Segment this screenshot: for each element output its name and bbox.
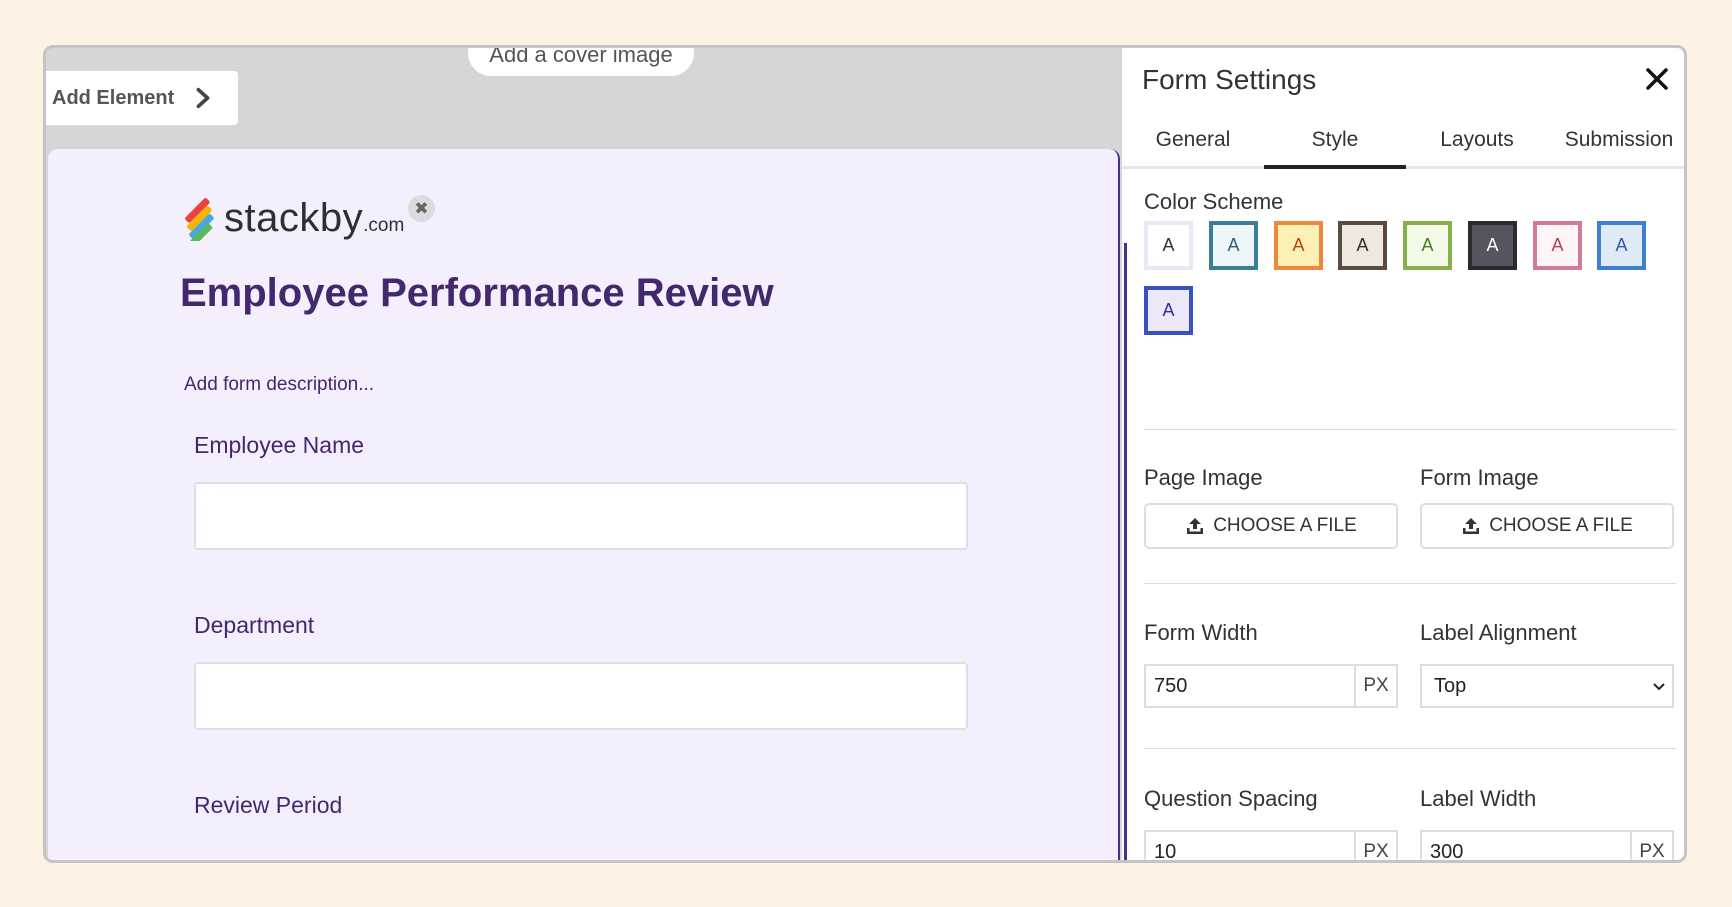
form-width-unit: PX [1356,664,1398,708]
color-swatch-8[interactable]: A [1597,221,1646,270]
form-width-input[interactable] [1144,664,1356,708]
panel-accent-border [1124,243,1127,860]
upload-icon [1187,518,1204,534]
tab-style[interactable]: Style [1264,113,1406,169]
employee-name-input[interactable] [194,482,968,550]
stackby-logo: stackby.com [180,195,404,241]
department-input[interactable] [194,662,968,730]
form-description[interactable]: Add form description... [184,374,374,396]
field-label-employee-name: Employee Name [194,432,365,458]
form-canvas: Add a cover image Add Element stackby.co… [46,48,1122,860]
color-swatch-1[interactable]: A [1144,221,1193,270]
question-spacing-label: Question Spacing [1144,786,1318,811]
divider [1144,429,1676,430]
label-alignment-value: Top [1434,674,1467,697]
page-image-label: Page Image [1144,465,1263,490]
divider [1144,748,1676,749]
question-spacing-unit: PX [1356,830,1398,860]
field-label-review-period: Review Period [194,792,343,818]
color-swatch-6[interactable]: A [1468,221,1517,270]
add-element-label: Add Element [52,86,175,109]
label-width-unit: PX [1632,830,1674,860]
form-card: stackby.com ✖ Employee Performance Revie… [48,149,1120,860]
chevron-down-icon [1653,683,1665,691]
color-swatch-9-selected[interactable]: A [1144,286,1193,335]
close-icon[interactable] [1642,64,1672,94]
tab-layouts[interactable]: Layouts [1406,113,1548,166]
add-cover-image-button[interactable]: Add a cover image [468,48,694,76]
tab-submission[interactable]: Submission [1548,113,1684,166]
remove-logo-button[interactable]: ✖ [408,195,435,222]
form-width-label: Form Width [1144,620,1258,645]
upload-icon [1463,518,1480,534]
page-image-button-label: CHOOSE A FILE [1213,515,1357,536]
color-swatch-2[interactable]: A [1209,221,1258,270]
label-alignment-select[interactable]: Top [1420,664,1674,708]
color-swatch-7[interactable]: A [1533,221,1582,270]
style-settings: Color Scheme A A A A A A A A A Page Imag… [1122,169,1684,860]
form-image-button-label: CHOOSE A FILE [1489,515,1633,536]
form-settings-panel: Form Settings General Style Layouts Subm… [1122,48,1684,860]
color-swatch-5[interactable]: A [1403,221,1452,270]
label-width-input[interactable] [1420,830,1632,860]
panel-title: Form Settings [1142,64,1317,95]
field-label-department: Department [194,612,315,638]
chevron-right-icon [196,87,210,109]
color-swatch-3[interactable]: A [1274,221,1323,270]
divider [1144,583,1676,584]
color-scheme-label: Color Scheme [1144,189,1284,214]
label-width-label: Label Width [1420,786,1537,811]
form-image-label: Form Image [1420,465,1539,490]
page-image-choose-file-button[interactable]: CHOOSE A FILE [1144,503,1398,549]
label-alignment-label: Label Alignment [1420,620,1577,645]
question-spacing-input[interactable] [1144,830,1356,860]
settings-tabs: General Style Layouts Submission [1122,113,1684,169]
add-element-button[interactable]: Add Element [46,71,238,125]
form-image-choose-file-button[interactable]: CHOOSE A FILE [1420,503,1674,549]
color-swatch-4[interactable]: A [1338,221,1387,270]
tab-general[interactable]: General [1122,113,1264,166]
logo-text: stackby.com [224,195,405,240]
form-builder-window: Add a cover image Add Element stackby.co… [43,45,1687,863]
stackby-logo-icon [185,198,214,241]
form-title[interactable]: Employee Performance Review [180,271,774,316]
